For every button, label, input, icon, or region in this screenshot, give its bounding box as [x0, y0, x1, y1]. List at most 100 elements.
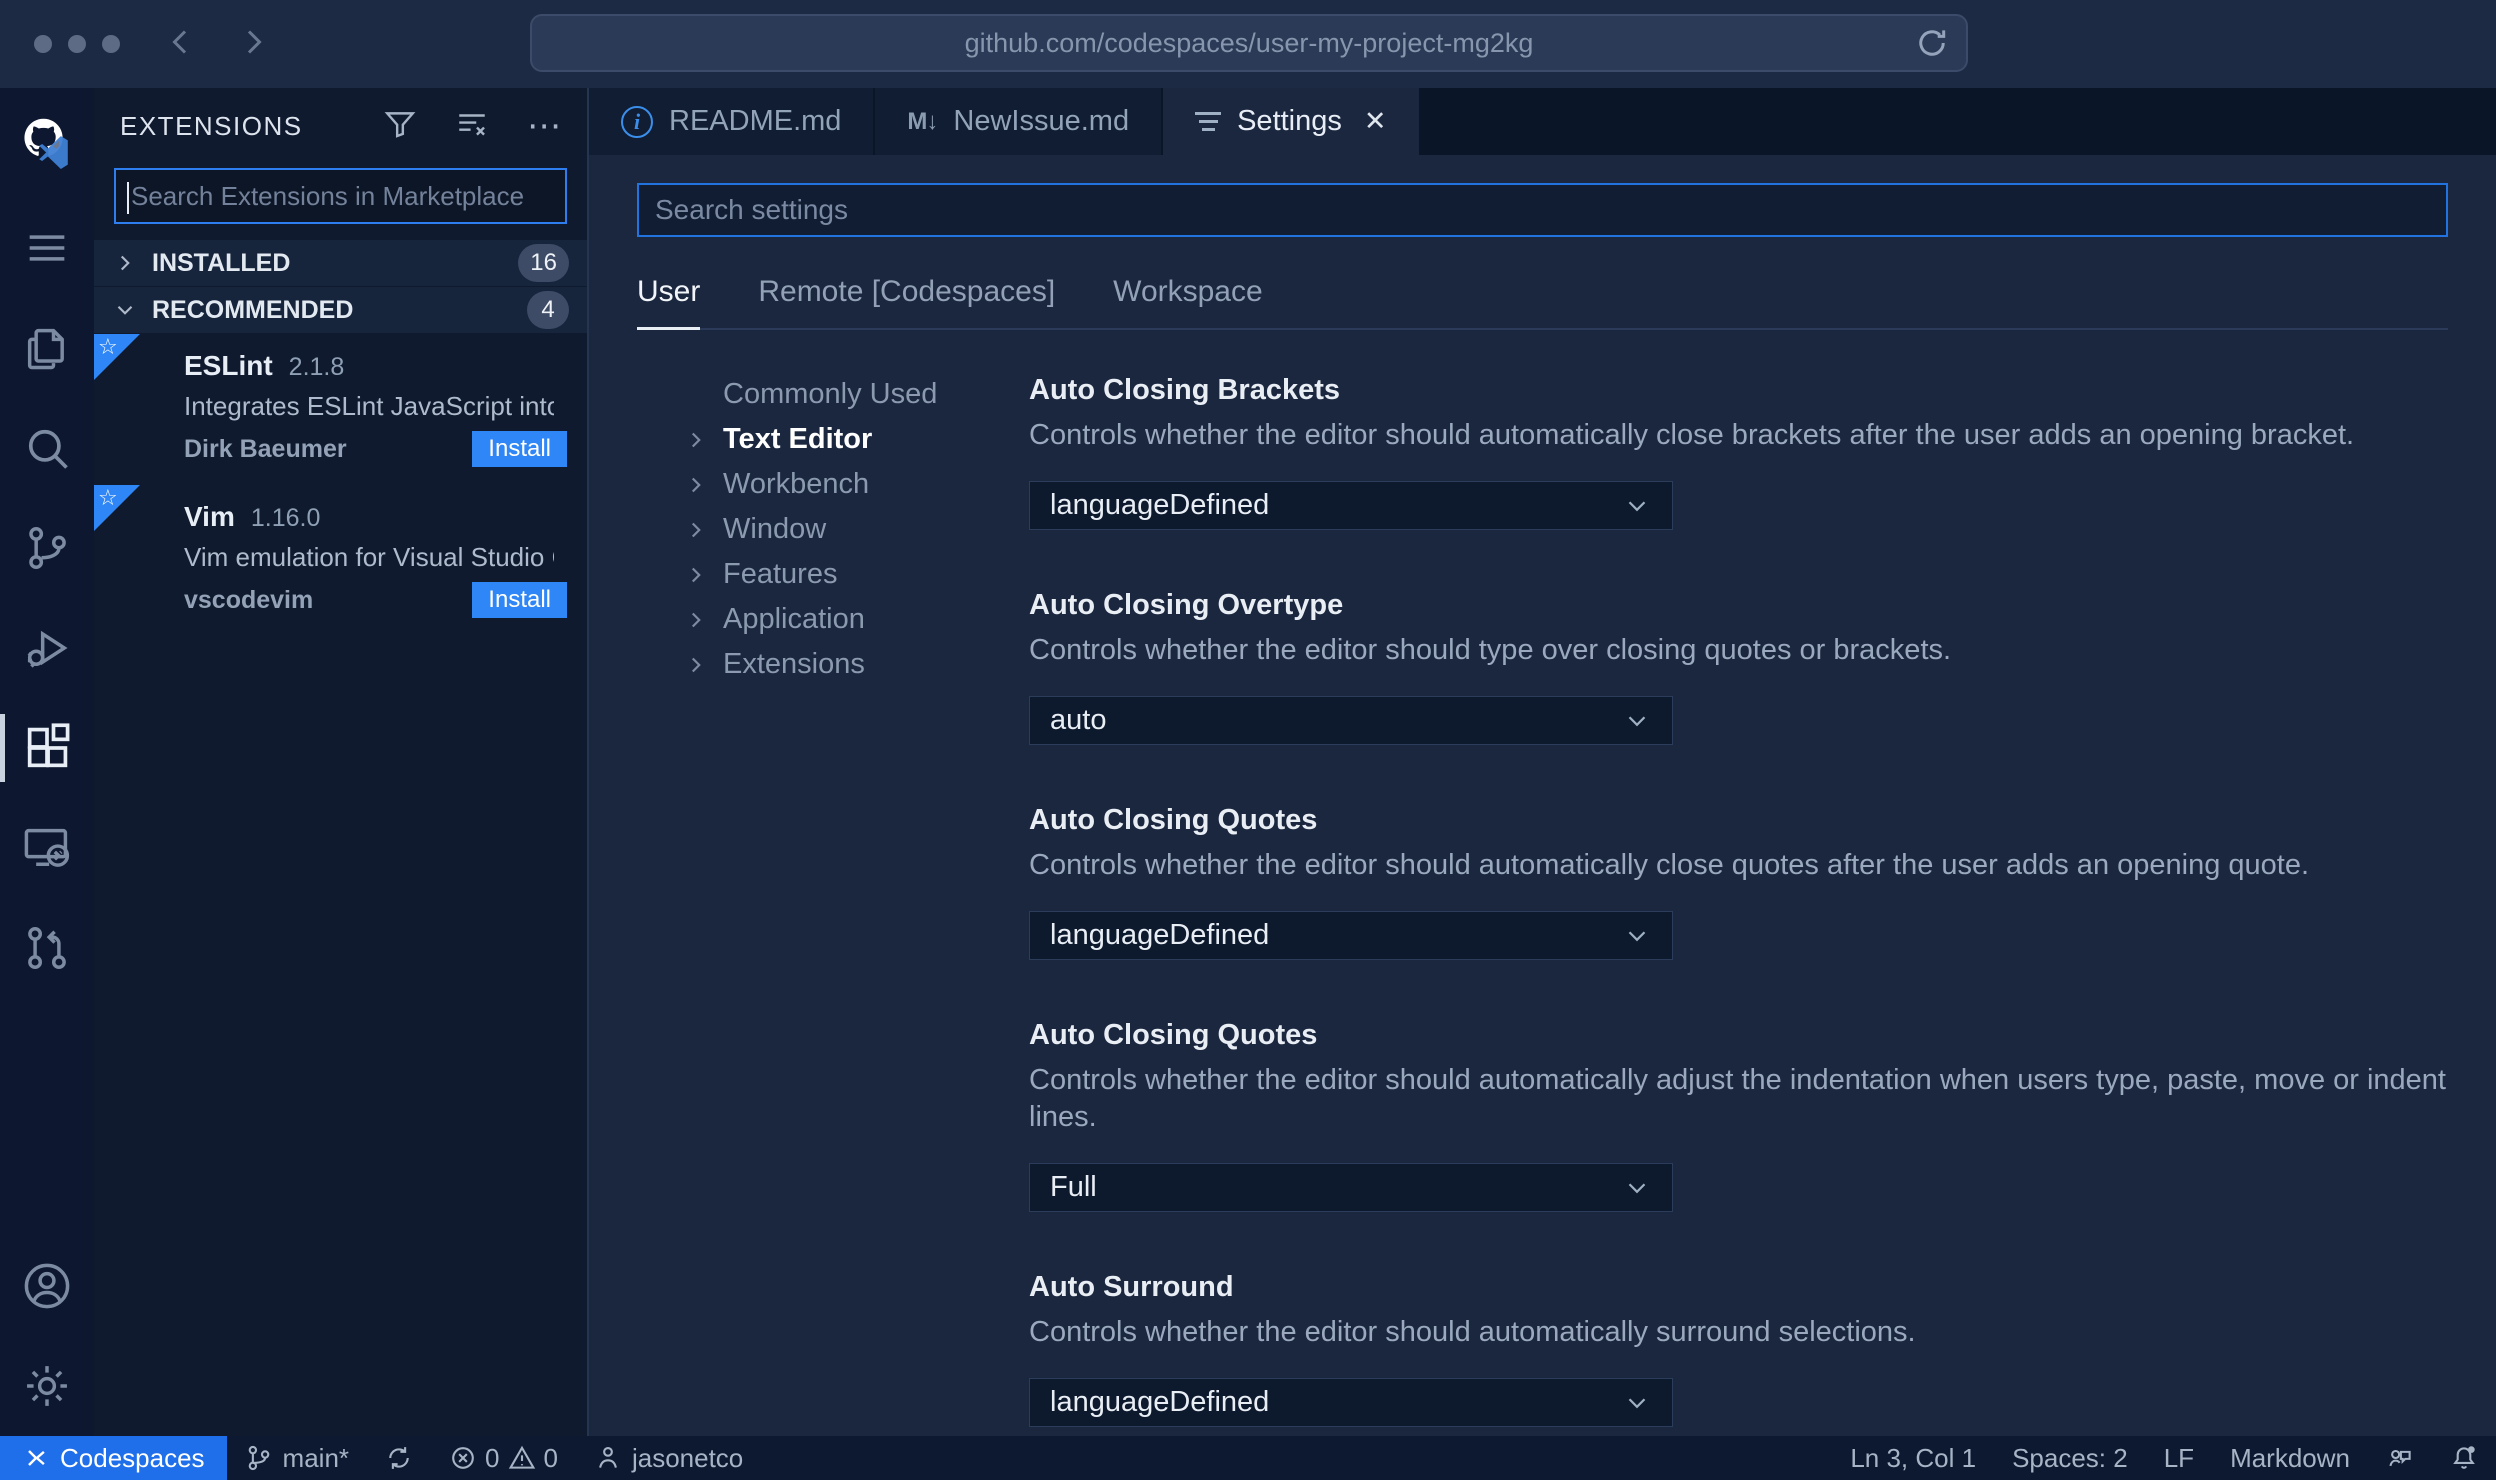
- install-button[interactable]: Install: [472, 431, 567, 467]
- installed-count-badge: 16: [518, 244, 569, 282]
- warnings-icon: [508, 1445, 535, 1469]
- user-status-item[interactable]: jasonetco: [576, 1436, 761, 1480]
- settings-gear-icon[interactable]: [0, 1336, 94, 1436]
- account-icon[interactable]: [0, 1236, 94, 1336]
- setting-dropdown[interactable]: Full: [1029, 1163, 1673, 1212]
- install-button[interactable]: Install: [472, 582, 567, 618]
- setting-description: Controls whether the editor should autom…: [1029, 849, 2310, 881]
- errors-icon: [452, 1447, 474, 1469]
- pull-requests-icon[interactable]: [0, 898, 94, 998]
- window-minimize-dot[interactable]: [68, 35, 86, 53]
- extension-search-box: [114, 168, 567, 224]
- setting-auto-surround: Auto Surround Controls whether the edito…: [1029, 1269, 2448, 1427]
- toc-workbench[interactable]: Workbench: [683, 462, 1029, 507]
- extension-list-item-vim[interactable]: ☆ Vim 1.16.0 Vim emulation for Visual St…: [94, 485, 587, 636]
- chevron-right-icon: [683, 472, 723, 498]
- tab-label: README.md: [669, 105, 842, 137]
- person-icon: [599, 1446, 617, 1468]
- source-control-icon[interactable]: [0, 498, 94, 598]
- setting-dropdown[interactable]: auto: [1029, 696, 1673, 745]
- scope-tab-workspace[interactable]: Workspace: [1113, 275, 1263, 328]
- section-recommended[interactable]: RECOMMENDED 4: [94, 287, 587, 333]
- scope-tab-user[interactable]: User: [637, 275, 701, 330]
- setting-dropdown[interactable]: languageDefined: [1029, 1378, 1673, 1427]
- chevron-right-icon: [683, 562, 723, 588]
- extension-list-item-eslint[interactable]: ☆ ESLint 2.1.8 Integrates ESLint JavaScr…: [94, 334, 587, 485]
- markdown-icon: M↓: [907, 107, 938, 135]
- settings-search-input[interactable]: [639, 185, 2446, 235]
- toc-application[interactable]: Application: [683, 597, 1029, 642]
- chevron-down-icon: [112, 297, 148, 323]
- setting-dropdown[interactable]: languageDefined: [1029, 911, 1673, 960]
- url-text: github.com/codespaces/user-my-project-mg…: [964, 27, 1534, 58]
- bell-icon: [2453, 1446, 2475, 1469]
- chevron-down-icon: [1622, 706, 1652, 736]
- window-maximize-dot[interactable]: [102, 35, 120, 53]
- line-col-status-item[interactable]: Ln 3, Col 1: [1832, 1436, 1994, 1480]
- info-icon: i: [621, 105, 653, 138]
- clear-extension-search-icon[interactable]: [455, 107, 489, 146]
- window-close-dot[interactable]: [34, 35, 52, 53]
- remote-explorer-icon[interactable]: [0, 798, 94, 898]
- back-icon[interactable]: [164, 24, 200, 65]
- toc-extensions[interactable]: Extensions: [683, 642, 1029, 687]
- feedback-icon: [2389, 1449, 2411, 1467]
- menu-icon[interactable]: [0, 198, 94, 298]
- setting-auto-indent: Auto Closing Quotes Controls whether the…: [1029, 1017, 2448, 1212]
- tab-newissue[interactable]: M↓ NewIssue.md: [875, 88, 1162, 155]
- extension-search-input[interactable]: [116, 170, 565, 222]
- address-bar[interactable]: github.com/codespaces/user-my-project-mg…: [530, 14, 1968, 72]
- branch-icon: [248, 1445, 269, 1471]
- close-icon[interactable]: ✕: [1364, 106, 1387, 137]
- extension-version: 1.16.0: [250, 504, 321, 532]
- toc-window[interactable]: Window: [683, 507, 1029, 552]
- problems-status-item[interactable]: 0 0: [431, 1436, 576, 1480]
- toc-features[interactable]: Features: [683, 552, 1029, 597]
- notifications-status-item[interactable]: [2432, 1436, 2496, 1480]
- scope-tab-remote[interactable]: Remote [Codespaces]: [758, 275, 1055, 328]
- settings-list: Auto Closing Brackets Controls whether t…: [1029, 372, 2448, 1436]
- filter-icon[interactable]: [383, 107, 417, 146]
- section-installed[interactable]: INSTALLED 16: [94, 240, 587, 286]
- forward-icon[interactable]: [234, 24, 270, 65]
- search-icon[interactable]: [0, 398, 94, 498]
- browser-chrome: github.com/codespaces/user-my-project-mg…: [0, 0, 2496, 88]
- tab-readme[interactable]: i README.md: [589, 88, 874, 155]
- setting-description: Controls whether the editor should autom…: [1029, 419, 2355, 451]
- branch-status-item[interactable]: main*: [227, 1436, 367, 1480]
- run-debug-icon[interactable]: [0, 598, 94, 698]
- tab-settings[interactable]: Settings ✕: [1163, 88, 1419, 155]
- more-actions-icon[interactable]: ⋯: [527, 109, 561, 143]
- recommended-star-icon: ☆: [94, 485, 140, 531]
- feedback-status-item[interactable]: [2368, 1436, 2432, 1480]
- eol-status-item[interactable]: LF: [2146, 1436, 2212, 1480]
- extension-name: ESLint: [184, 350, 273, 381]
- chevron-down-icon: [1622, 491, 1652, 521]
- recommended-count-badge: 4: [527, 291, 569, 329]
- window-controls[interactable]: [34, 35, 120, 53]
- setting-dropdown[interactable]: languageDefined: [1029, 481, 1673, 530]
- setting-auto-closing-brackets: Auto Closing Brackets Controls whether t…: [1029, 372, 2448, 530]
- remote-icon: [28, 1450, 45, 1466]
- extensions-icon[interactable]: [0, 698, 94, 798]
- settings-editor: User Remote [Codespaces] Workspace Commo…: [589, 155, 2496, 1436]
- toc-commonly-used[interactable]: Commonly Used: [683, 372, 1029, 417]
- setting-title: Auto Closing Overtype: [1029, 589, 1344, 621]
- settings-search-box: [637, 183, 2448, 237]
- toc-text-editor[interactable]: Text Editor: [683, 417, 1029, 462]
- codespaces-status-item[interactable]: Codespaces: [0, 1436, 227, 1480]
- chevron-down-icon: [1622, 1388, 1652, 1418]
- setting-auto-closing-overtype: Auto Closing Overtype Controls whether t…: [1029, 587, 2448, 745]
- settings-toc: Commonly Used Text Editor Workbench Wind…: [637, 372, 1029, 1436]
- status-bar: Codespaces main* 0 0 jasonetco Ln 3, Col…: [0, 1436, 2496, 1480]
- setting-auto-closing-quotes: Auto Closing Quotes Controls whether the…: [1029, 802, 2448, 960]
- setting-title: Auto Closing Quotes: [1029, 1019, 1318, 1051]
- language-mode-status-item[interactable]: Markdown: [2212, 1436, 2368, 1480]
- explorer-icon[interactable]: [0, 298, 94, 398]
- reload-icon[interactable]: [1914, 25, 1950, 66]
- tab-label: Settings: [1237, 105, 1342, 137]
- indentation-status-item[interactable]: Spaces: 2: [1994, 1436, 2146, 1480]
- sync-status-item[interactable]: [367, 1436, 431, 1480]
- chevron-right-icon: [683, 517, 723, 543]
- sidebar-title: EXTENSIONS: [120, 110, 303, 141]
